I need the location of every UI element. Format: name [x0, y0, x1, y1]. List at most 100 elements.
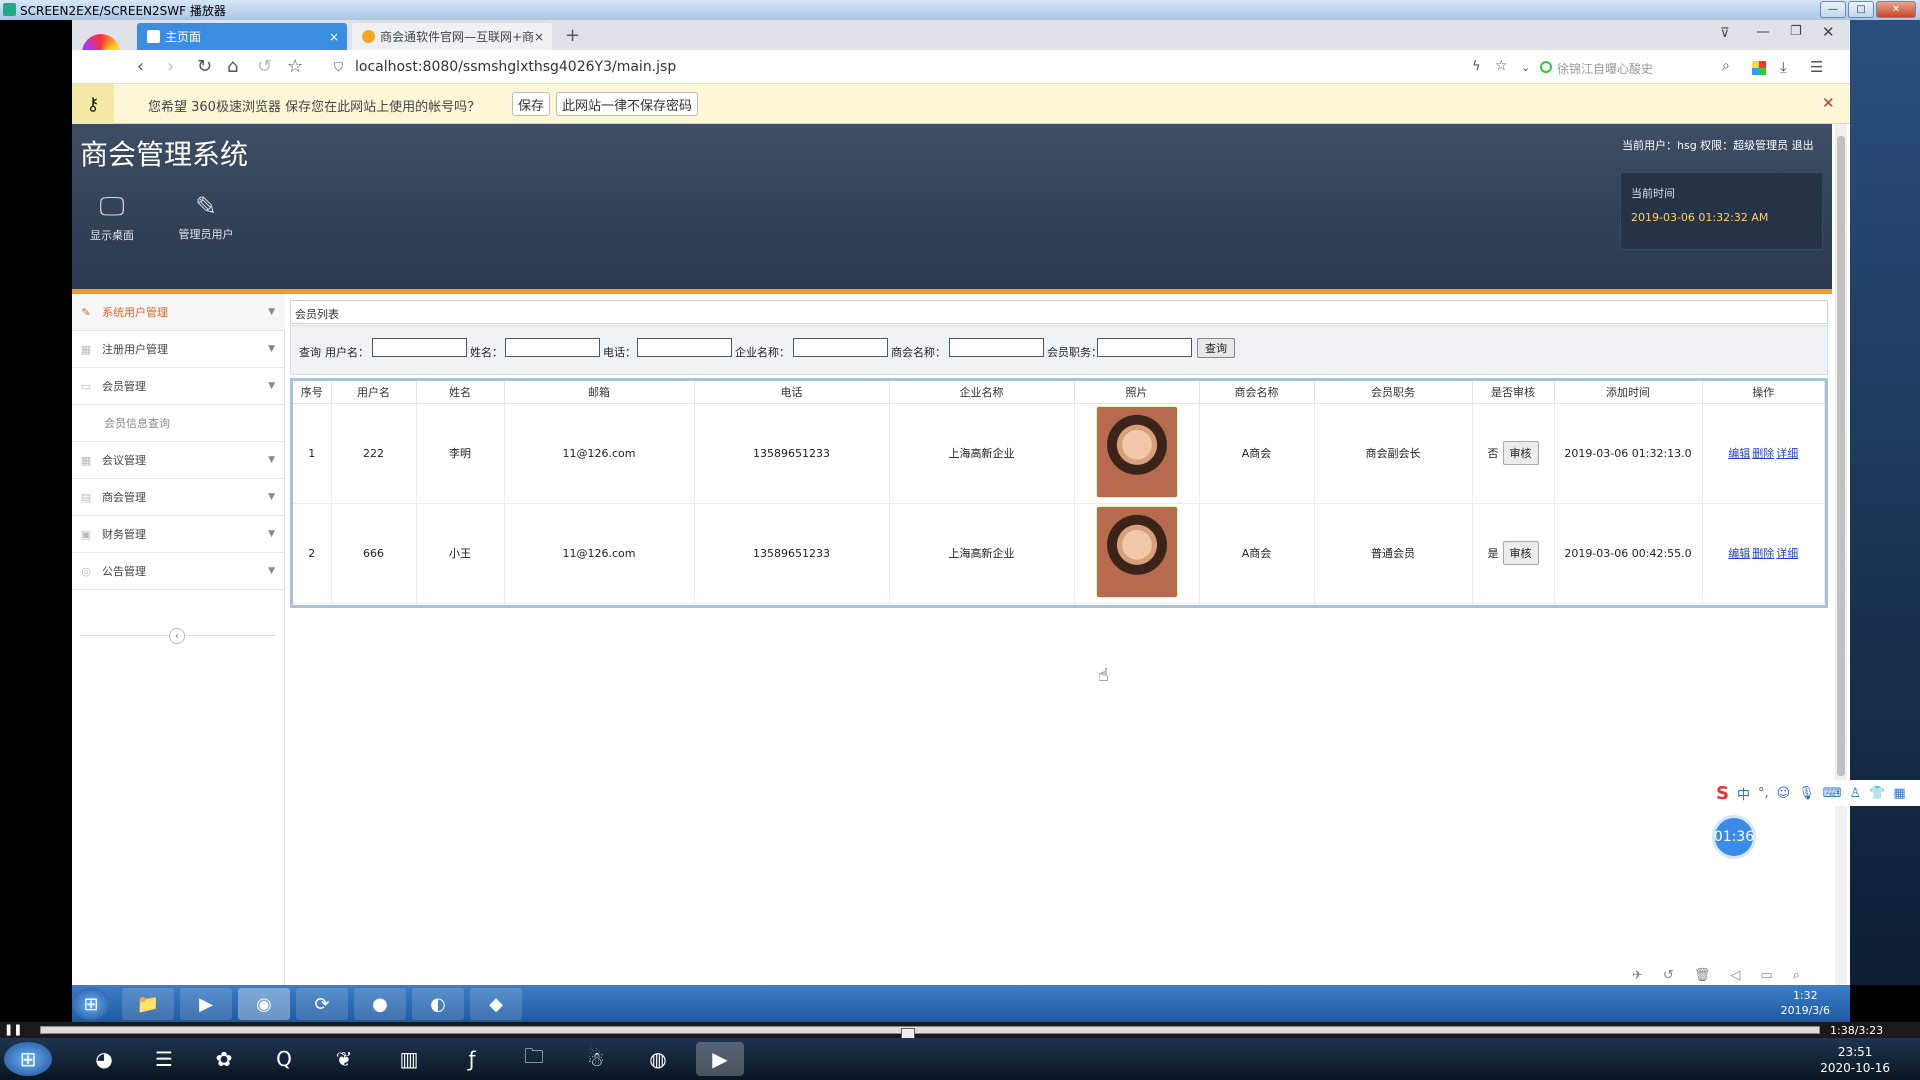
tab-shanghuitong[interactable]: 商会通软件官网—互联网+商会 ×: [352, 23, 552, 50]
timer-badge[interactable]: 01:36: [1712, 815, 1756, 859]
inner-clock[interactable]: 1:32 2019/3/6: [1781, 988, 1830, 1018]
nav-admin-users[interactable]: ✎ 管理员用户: [166, 192, 246, 242]
audit-button[interactable]: 审核: [1502, 441, 1539, 465]
audit-button[interactable]: 审核: [1502, 541, 1539, 565]
start-button[interactable]: ⊞: [72, 988, 110, 1020]
user-icon[interactable]: ♙: [1849, 786, 1861, 801]
history-icon[interactable]: ↺: [1663, 968, 1674, 983]
folder-icon[interactable]: 🗀: [510, 1042, 558, 1076]
game-app-icon[interactable]: ◆: [470, 988, 522, 1020]
sogou-icon[interactable]: S: [1716, 783, 1729, 804]
outer-clock[interactable]: 23:51 2020-10-16: [1820, 1044, 1890, 1076]
new-tab-button[interactable]: +: [565, 25, 580, 46]
back-icon[interactable]: ‹: [137, 56, 144, 77]
window-minimize-icon[interactable]: —: [1756, 24, 1770, 40]
chrome-icon[interactable]: ◕: [80, 1042, 128, 1076]
user-info[interactable]: 当前用户：hsg 权限：超级管理员 退出: [1622, 137, 1814, 153]
trash-icon[interactable]: 🗑: [1694, 968, 1711, 983]
edit-link[interactable]: 编辑: [1728, 547, 1750, 560]
pause-icon[interactable]: ❚❚: [4, 1023, 22, 1036]
bookmark-star-icon[interactable]: ☆: [287, 56, 303, 77]
chamber-input[interactable]: [949, 338, 1044, 357]
minimize-button[interactable]: —: [1820, 1, 1846, 18]
delete-link[interactable]: 删除: [1752, 547, 1774, 560]
sidebar-item-announcements[interactable]: ◎ 公告管理 ▼: [72, 553, 285, 590]
close-button[interactable]: ✕: [1876, 1, 1916, 18]
search-input[interactable]: 徐锦江自曝心酸史: [1557, 60, 1653, 77]
volume-icon[interactable]: ◁: [1730, 968, 1740, 983]
search-icon[interactable]: ⌕: [1722, 58, 1730, 74]
download-icon[interactable]: ⤓: [1780, 58, 1787, 76]
media-player-icon[interactable]: ▶: [180, 988, 232, 1020]
leaf-app-icon[interactable]: ❦: [320, 1042, 368, 1076]
sidebar-item-system-users[interactable]: ✎ 系统用户管理 ▼: [72, 294, 285, 331]
edit-link[interactable]: 编辑: [1728, 447, 1750, 460]
query-button[interactable]: 查询: [1197, 338, 1235, 358]
green-leaf-icon[interactable]: ◐: [412, 988, 464, 1020]
tab-close-icon[interactable]: ×: [534, 30, 544, 44]
nav-show-desktop[interactable]: 🖵 显示桌面: [72, 192, 152, 243]
menu-icon[interactable]: ☰: [1810, 58, 1823, 76]
game-icon[interactable]: ◍: [634, 1042, 682, 1076]
mic-icon[interactable]: 🎙: [1798, 786, 1815, 801]
grid-icon[interactable]: ▦: [1893, 786, 1905, 801]
never-save-button[interactable]: 此网站一律不保存密码: [556, 92, 699, 116]
sidebar-item-meetings[interactable]: ▦ 会议管理 ▼: [72, 442, 285, 479]
scroll-thumb[interactable]: [1837, 136, 1845, 776]
reload-icon[interactable]: ↻: [197, 56, 212, 77]
start-button[interactable]: ⊞: [4, 1042, 52, 1076]
detail-link[interactable]: 详细: [1776, 547, 1798, 560]
infobar-close-icon[interactable]: ✕: [1822, 94, 1835, 112]
favorite-icon[interactable]: ☆: [1495, 58, 1508, 74]
qq-browser-icon[interactable]: Q: [260, 1042, 308, 1076]
lightning-icon[interactable]: ϟ: [1472, 59, 1481, 74]
tab-close-icon[interactable]: ×: [329, 30, 339, 44]
sidebar-item-finance[interactable]: ▣ 财务管理 ▼: [72, 516, 285, 553]
punct-icon[interactable]: °,: [1758, 786, 1769, 801]
home-icon[interactable]: ⌂: [227, 56, 238, 77]
company-input[interactable]: [793, 338, 888, 357]
window-close-icon[interactable]: ✕: [1822, 23, 1835, 41]
maximize-button[interactable]: □: [1848, 1, 1874, 18]
page-scrollbar[interactable]: [1835, 124, 1847, 985]
ime-mode[interactable]: 中: [1737, 784, 1750, 803]
tab-main-page[interactable]: 主页面 ×: [137, 23, 347, 50]
zoom-icon[interactable]: ⌕: [1793, 968, 1800, 983]
skin-icon[interactable]: 👕: [1869, 786, 1885, 801]
photo-app-icon[interactable]: ✿: [200, 1042, 248, 1076]
eclipse-icon[interactable]: ☰: [140, 1042, 188, 1076]
sidebar-item-members[interactable]: ▭ 会员管理 ▼: [72, 368, 285, 405]
position-input[interactable]: [1097, 338, 1192, 357]
chart-app-icon[interactable]: ▥: [385, 1042, 433, 1076]
name-input[interactable]: [505, 338, 600, 357]
browser-360-icon[interactable]: ◉: [238, 988, 290, 1020]
sidebar-item-chambers[interactable]: ▤ 商会管理 ▼: [72, 479, 285, 516]
sidebar-item-member-query[interactable]: 会员信息查询: [72, 405, 285, 442]
username-input[interactable]: [372, 338, 467, 357]
keyboard-icon[interactable]: ⌨: [1823, 786, 1842, 801]
apps-icon[interactable]: [1752, 61, 1766, 75]
progress-track[interactable]: [40, 1026, 1820, 1042]
qq-icon[interactable]: ☃: [572, 1042, 620, 1076]
chevron-down-icon[interactable]: ⌄: [1521, 61, 1530, 74]
explorer-icon[interactable]: 📁: [122, 988, 174, 1020]
forward-icon[interactable]: ›: [167, 56, 174, 77]
url-field[interactable]: localhost:8080/ssmshglxthsg4026Y3/main.j…: [355, 59, 676, 75]
emoji-icon[interactable]: ☺: [1777, 786, 1791, 801]
detail-link[interactable]: 详细: [1776, 447, 1798, 460]
screen-player-icon[interactable]: ▶: [696, 1042, 744, 1076]
time-box: 当前时间 2019-03-06 01:32:32 AM: [1620, 172, 1823, 250]
sidebar-item-registered-users[interactable]: ▦ 注册用户管理 ▼: [72, 331, 285, 368]
save-password-button[interactable]: 保存: [512, 92, 551, 116]
flash-icon[interactable]: ƒ: [448, 1042, 496, 1076]
green-app-icon[interactable]: ●: [354, 988, 406, 1020]
rocket-icon[interactable]: ✈: [1632, 968, 1643, 983]
delete-link[interactable]: 删除: [1752, 447, 1774, 460]
undo-icon[interactable]: ↺: [257, 56, 272, 77]
window-icon[interactable]: ▭: [1760, 968, 1772, 983]
phone-input[interactable]: [637, 338, 732, 357]
collapse-sidebar-button[interactable]: ‹: [169, 628, 185, 644]
shirt-icon[interactable]: ⊽: [1720, 26, 1730, 41]
window-restore-icon[interactable]: ❐: [1790, 24, 1802, 39]
refresh-app-icon[interactable]: ⟳: [296, 988, 348, 1020]
